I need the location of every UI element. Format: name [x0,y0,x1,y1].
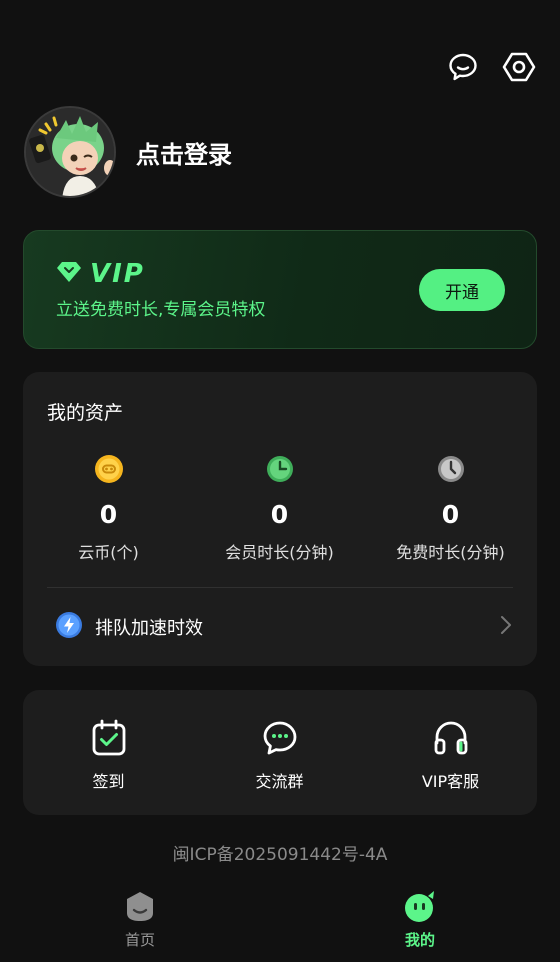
profile-section[interactable]: 点击登录 [24,106,232,198]
headset-icon [365,718,536,758]
coins-value: 0 [99,500,118,529]
vip-label: VIP [90,259,145,289]
member-time-label: 会员时长(分钟) [225,543,334,562]
queue-label: 排队加速时效 [95,618,203,639]
tab-home[interactable]: 首页 [90,889,190,950]
vip-card[interactable]: VIP 立送免费时长,专属会员特权 开通 [23,230,537,349]
asset-coins[interactable]: 0 云币(个) [23,454,194,563]
chat-bubble-icon[interactable] [444,48,482,86]
tab-mine-label: 我的 [404,931,435,949]
calendar-check-icon [23,718,194,758]
avatar[interactable] [24,106,116,198]
coins-label: 云币(个) [78,543,139,562]
checkin-action[interactable]: 签到 [23,718,194,792]
home-face-icon [90,889,190,923]
queue-acceleration-row[interactable]: 排队加速时效 [55,604,513,650]
member-time-value: 0 [270,500,289,529]
asset-free-time[interactable]: 0 免费时长(分钟) [365,454,536,563]
assets-card: 我的资产 0 云币(个) 0 会员时长(分钟) 0 免费时长(分钟) 排队加速时… [23,372,537,666]
vip-title: VIP [56,259,145,289]
gray-clock-icon [365,454,536,484]
vip-service-action[interactable]: VIP客服 [365,718,536,792]
divider [47,587,513,588]
coin-icon [23,454,194,484]
checkin-label: 签到 [92,772,125,791]
login-prompt[interactable]: 点击登录 [136,135,232,170]
bottom-tab-bar: 首页 我的 [0,885,560,962]
diamond-icon [56,261,82,287]
vip-service-label: VIP客服 [421,772,480,791]
open-vip-button[interactable]: 开通 [419,269,505,311]
green-clock-icon [194,454,365,484]
free-time-label: 免费时长(分钟) [396,543,505,562]
tab-home-label: 首页 [124,931,155,949]
lightning-icon [55,611,83,643]
mine-face-icon [370,889,470,923]
vip-subtitle: 立送免费时长,专属会员特权 [56,300,266,320]
group-chat-label: 交流群 [255,772,304,791]
chat-dots-icon [194,718,365,758]
chevron-right-icon [499,614,513,640]
actions-card: 签到 交流群 VIP客服 [23,690,537,815]
free-time-value: 0 [441,500,460,529]
settings-hexagon-icon[interactable] [500,48,538,86]
header-icons [444,48,538,86]
icp-record[interactable]: 闽ICP备2025091442号-4A [0,840,560,865]
tab-mine[interactable]: 我的 [370,889,470,950]
group-chat-action[interactable]: 交流群 [194,718,365,792]
asset-member-time[interactable]: 0 会员时长(分钟) [194,454,365,563]
assets-title: 我的资产 [47,402,124,424]
